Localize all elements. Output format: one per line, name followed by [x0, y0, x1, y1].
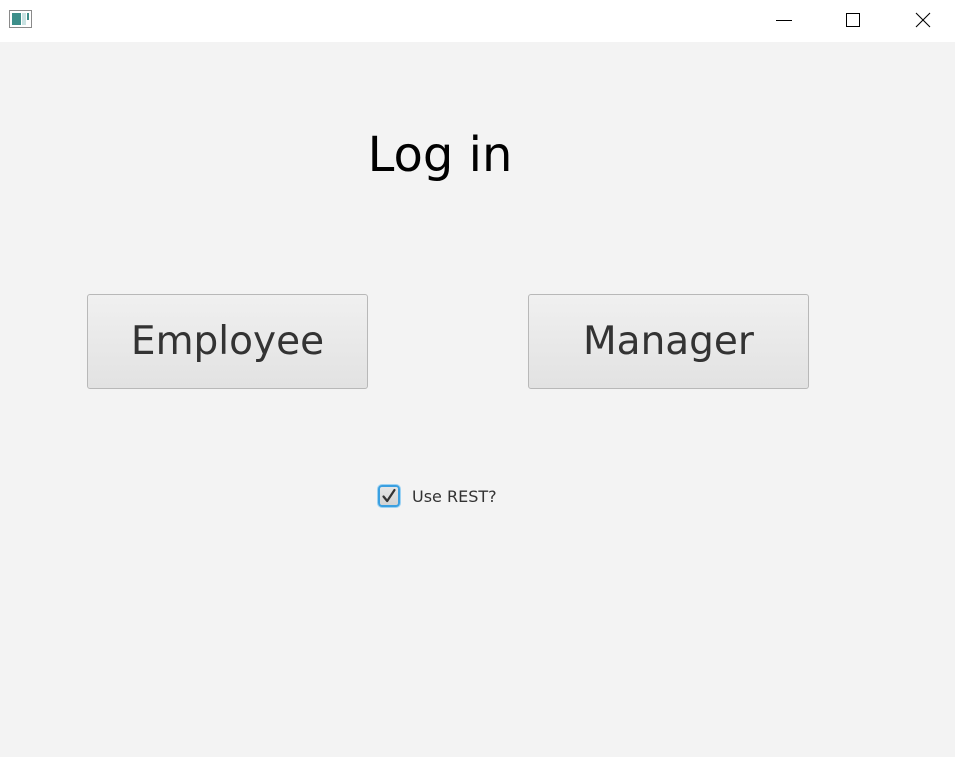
manager-button[interactable]: Manager [528, 294, 809, 389]
maximize-button[interactable] [830, 0, 876, 40]
use-rest-checkbox[interactable]: Use REST? [378, 485, 497, 507]
maximize-icon [845, 12, 861, 28]
app-window: Log in Employee Manager Use REST? [0, 0, 955, 757]
close-button[interactable] [900, 0, 946, 40]
page-title: Log in [367, 127, 513, 183]
checkmark-icon [382, 488, 396, 503]
title-bar[interactable] [0, 0, 955, 42]
app-icon [9, 10, 32, 28]
employee-button[interactable]: Employee [87, 294, 368, 389]
minimize-button[interactable] [761, 0, 807, 40]
close-icon [915, 12, 931, 28]
minimize-icon [776, 12, 792, 28]
checkbox-box[interactable] [378, 485, 400, 507]
use-rest-label: Use REST? [412, 486, 497, 506]
